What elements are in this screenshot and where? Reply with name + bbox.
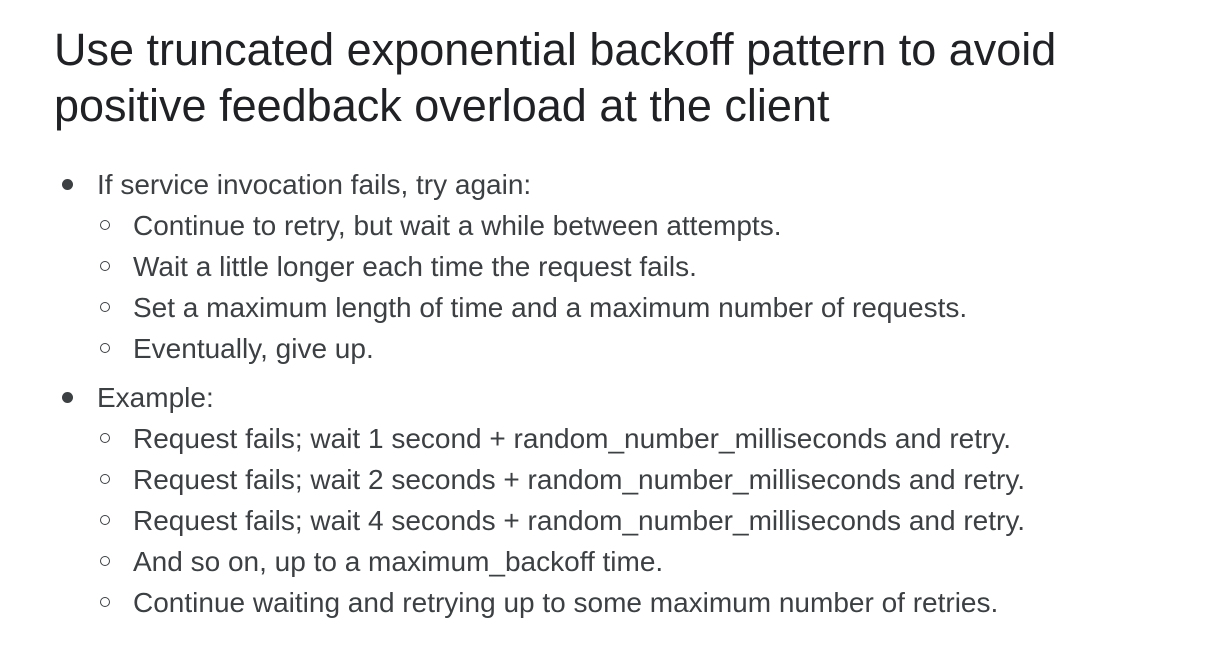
- sub-bullet-circle-icon: [100, 474, 110, 484]
- sub-bullet-text: Request fails; wait 4 seconds + random_n…: [133, 505, 1026, 536]
- sub-bullet-item: Eventually, give up.: [54, 328, 1165, 369]
- sub-bullet-item: Request fails; wait 4 seconds + random_n…: [54, 500, 1165, 541]
- bullet-group-example: Example: Request fails; wait 1 second + …: [54, 377, 1165, 623]
- sub-bullet-circle-icon: [100, 302, 110, 312]
- bullet-dot-icon: [62, 179, 73, 190]
- slide: Use truncated exponential backoff patter…: [0, 0, 1205, 665]
- sub-bullet-item: Continue to retry, but wait a while betw…: [54, 205, 1165, 246]
- bullet-item: If service invocation fails, try again:: [54, 164, 1165, 205]
- sub-bullet-circle-icon: [100, 433, 110, 443]
- sub-bullet-text: Continue to retry, but wait a while betw…: [133, 210, 782, 241]
- sub-bullet-item: Wait a little longer each time the reque…: [54, 246, 1165, 287]
- sub-bullet-text: Request fails; wait 1 second + random_nu…: [133, 423, 1012, 454]
- sub-bullet-text: And so on, up to a maximum_backoff time.: [133, 546, 664, 577]
- sub-bullet-text: Continue waiting and retrying up to some…: [133, 587, 999, 618]
- sub-bullet-circle-icon: [100, 261, 110, 271]
- sub-bullet-circle-icon: [100, 220, 110, 230]
- sub-bullet-text: Set a maximum length of time and a maxim…: [133, 292, 968, 323]
- sub-bullet-item: And so on, up to a maximum_backoff time.: [54, 541, 1165, 582]
- sub-bullet-item: Continue waiting and retrying up to some…: [54, 582, 1165, 623]
- sub-bullet-item: Request fails; wait 1 second + random_nu…: [54, 418, 1165, 459]
- bullet-item: Example:: [54, 377, 1165, 418]
- sub-bullet-circle-icon: [100, 556, 110, 566]
- sub-bullet-item: Request fails; wait 2 seconds + random_n…: [54, 459, 1165, 500]
- bullet-group-retry: If service invocation fails, try again: …: [54, 164, 1165, 369]
- sub-bullet-circle-icon: [100, 343, 110, 353]
- bullet-text: If service invocation fails, try again:: [97, 169, 532, 200]
- title-line-2: positive feedback overload at the client: [54, 80, 830, 131]
- bullet-text: Example:: [97, 382, 214, 413]
- sub-bullet-circle-icon: [100, 597, 110, 607]
- sub-bullet-text: Eventually, give up.: [133, 333, 374, 364]
- sub-bullet-text: Wait a little longer each time the reque…: [133, 251, 697, 282]
- title-line-1: Use truncated exponential backoff patter…: [54, 24, 1057, 75]
- bullet-list: If service invocation fails, try again: …: [54, 164, 1165, 623]
- sub-bullet-text: Request fails; wait 2 seconds + random_n…: [133, 464, 1026, 495]
- sub-bullet-circle-icon: [100, 515, 110, 525]
- slide-title: Use truncated exponential backoff patter…: [54, 22, 1165, 134]
- bullet-dot-icon: [62, 392, 73, 403]
- sub-bullet-item: Set a maximum length of time and a maxim…: [54, 287, 1165, 328]
